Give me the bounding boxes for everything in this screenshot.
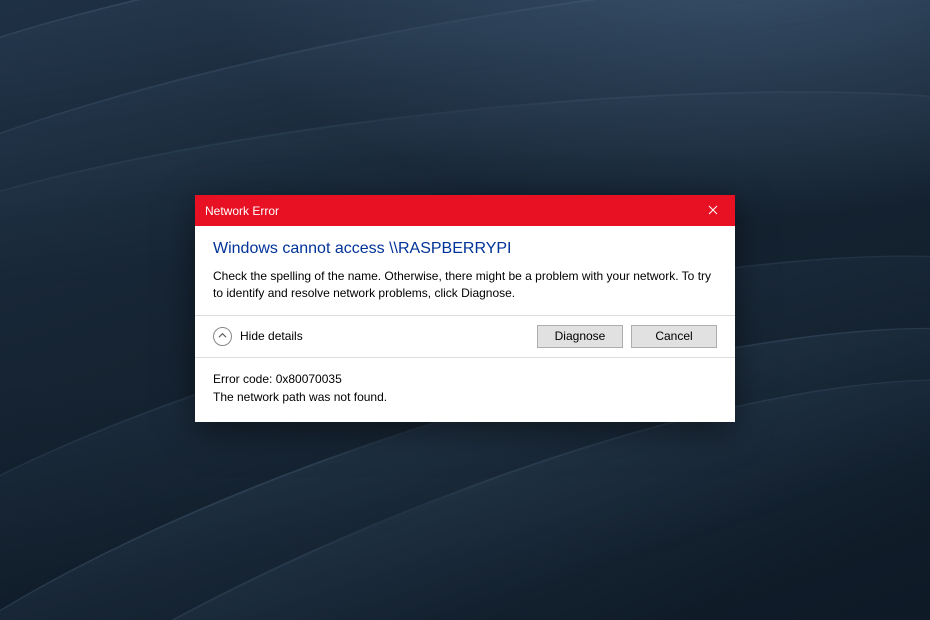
close-button[interactable] (690, 195, 735, 226)
chevron-up-icon (218, 329, 227, 343)
network-error-dialog: Network Error Windows cannot access \\RA… (195, 195, 735, 422)
dialog-titlebar[interactable]: Network Error (195, 195, 735, 226)
error-code-text: Error code: 0x80070035 (213, 370, 717, 388)
details-panel: Error code: 0x80070035 The network path … (195, 358, 735, 422)
diagnose-button[interactable]: Diagnose (537, 325, 623, 348)
cancel-button[interactable]: Cancel (631, 325, 717, 348)
dialog-title: Network Error (205, 204, 279, 218)
dialog-action-row: Hide details Diagnose Cancel (195, 315, 735, 358)
toggle-details-label[interactable]: Hide details (240, 329, 303, 343)
close-icon (708, 204, 718, 218)
toggle-details-button[interactable] (213, 327, 232, 346)
dialog-message: Check the spelling of the name. Otherwis… (213, 268, 717, 303)
error-description-text: The network path was not found. (213, 388, 717, 406)
dialog-heading: Windows cannot access \\RASPBERRYPI (213, 240, 717, 258)
dialog-content: Windows cannot access \\RASPBERRYPI Chec… (195, 226, 735, 315)
